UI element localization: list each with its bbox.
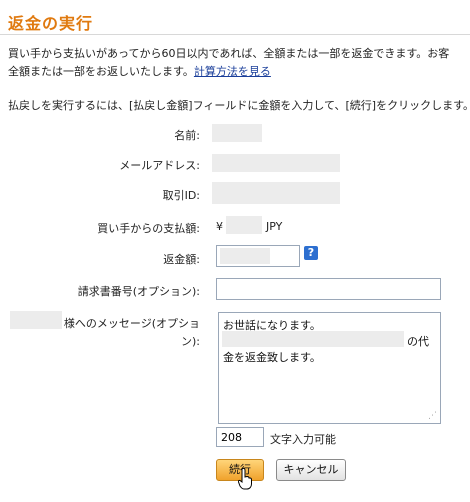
- email-label: メールアドレス:: [119, 159, 200, 172]
- invoice-number-input[interactable]: [216, 278, 441, 300]
- instruction-text: 払戻しを実行するには、[払戻し金額]フィールドに金額を入力して、[続行]をクリッ…: [8, 99, 470, 112]
- resize-grip-icon[interactable]: ⋰: [428, 412, 437, 421]
- message-line-3: 金を返金致します。: [223, 351, 321, 364]
- paid-amount-label: 買い手からの支払額:: [97, 222, 200, 235]
- divider: [0, 34, 470, 35]
- message-label-line-2: ン):: [181, 335, 200, 348]
- transaction-id-label: 取引ID:: [162, 189, 200, 202]
- intro-line-1: 買い手から支払いがあってから60日以内であれば、全額または一部を返金できます。お…: [8, 47, 450, 60]
- intro-line-2: 全額または一部をお返しいたします。計算方法を見る: [8, 63, 470, 81]
- page-title: 返金の実行: [8, 14, 94, 33]
- refund-amount-redacted: [220, 248, 270, 264]
- message-label-line-1: 様へのメッセージ(オプショ: [63, 317, 200, 330]
- intro-line-2-text: 全額または一部をお返しいたします。: [8, 65, 194, 78]
- intro-text: 買い手から支払いがあってから60日以内であれば、全額または一部を返金できます。お…: [8, 45, 470, 81]
- email-value-redacted: [212, 154, 340, 172]
- buyer-name-redacted: [10, 311, 62, 329]
- help-icon[interactable]: ?: [304, 246, 318, 260]
- message-line-2-suffix: の代: [407, 335, 429, 348]
- calculation-method-link[interactable]: 計算方法を見る: [194, 65, 271, 78]
- transaction-id-redacted: [212, 182, 340, 204]
- char-count-label: 文字入力可能: [270, 433, 336, 446]
- message-redacted: [222, 331, 404, 347]
- char-count-field: [216, 427, 264, 447]
- invoice-number-label: 請求書番号(オプション):: [77, 285, 200, 298]
- currency-symbol: ¥: [216, 220, 223, 233]
- cancel-button[interactable]: キャンセル: [276, 459, 346, 481]
- paid-amount-redacted: [226, 216, 262, 234]
- name-label: 名前:: [174, 129, 200, 142]
- name-value-redacted: [212, 124, 262, 142]
- hand-cursor-icon: [238, 468, 252, 490]
- refund-amount-label: 返金額:: [163, 253, 200, 266]
- message-textarea[interactable]: お世話になります。 の代 金を返金致します。 ⋰: [218, 312, 441, 424]
- currency-code: JPY: [266, 220, 283, 233]
